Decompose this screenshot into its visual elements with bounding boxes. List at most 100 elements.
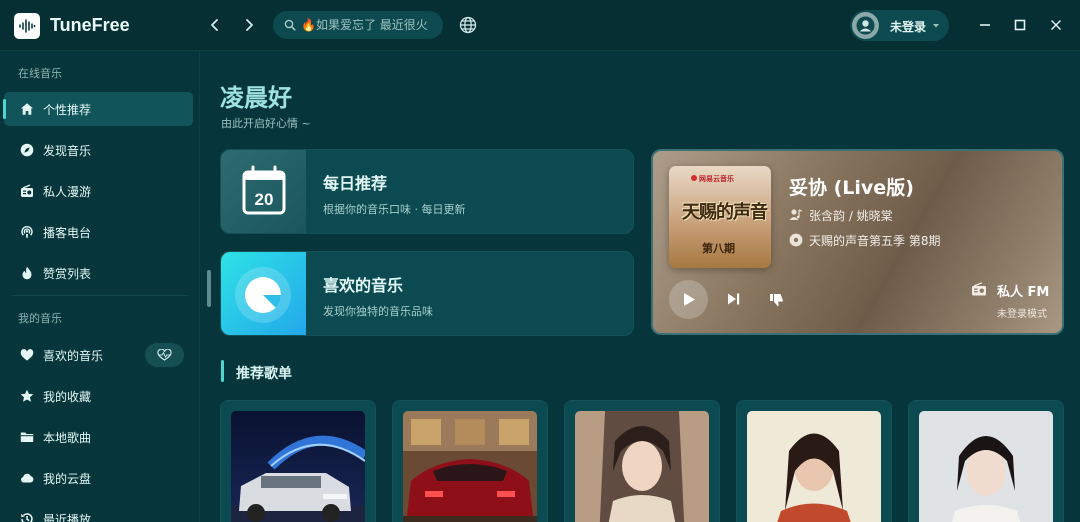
cover-title: 天赐的声音 (682, 202, 768, 223)
playlist-cover-image (747, 411, 881, 522)
close-icon (1050, 19, 1062, 31)
sidebar-item-collection[interactable]: 我的收藏 (4, 379, 193, 413)
sidebar-item-recommend[interactable]: 个性推荐 (3, 92, 193, 126)
playlist-cover (575, 411, 709, 522)
forward-button[interactable] (238, 14, 260, 36)
sidebar: 在线音乐 个性推荐 发现音乐 私人漫游 播客电台 赞赏列表 我的音乐 喜欢的音乐… (0, 51, 200, 522)
daily-recommend-thumb: 20 (221, 150, 306, 233)
play-icon (684, 293, 695, 306)
playlist-card[interactable] (564, 400, 720, 522)
section-accent-bar (221, 360, 224, 382)
playlist-card[interactable] (908, 400, 1064, 522)
liked-music-title: 喜欢的音乐 (323, 276, 404, 295)
daily-recommend-card[interactable]: 20 每日推荐 根据你的音乐口味 · 每日更新 (220, 149, 634, 234)
daily-recommend-title: 每日推荐 (323, 174, 388, 193)
daily-recommend-subtitle: 根据你的音乐口味 · 每日更新 (323, 203, 466, 216)
calendar-day: 20 (255, 190, 274, 209)
top-bar: TuneFree 未登录 (0, 0, 1080, 51)
greeting-subtitle: 由此开启好心情 ~ (221, 117, 311, 130)
sidebar-item-podcast[interactable]: 播客电台 (4, 215, 193, 249)
maximize-button[interactable] (1010, 15, 1030, 35)
user-menu[interactable]: 未登录 (850, 10, 949, 41)
caret-down-icon (933, 24, 939, 28)
cloud-icon (21, 473, 34, 483)
close-button[interactable] (1046, 15, 1066, 35)
user-icon (856, 16, 875, 35)
playlist-cover (747, 411, 881, 522)
playlist-cover (231, 411, 365, 522)
playlist-cover-image (575, 411, 709, 522)
playlist-cover (919, 411, 1053, 522)
star-icon (20, 389, 34, 402)
sidebar-divider (12, 295, 188, 296)
sidebar-item-label: 最近播放 (43, 513, 92, 522)
app-name: TuneFree (50, 15, 130, 35)
maximize-icon (1014, 19, 1026, 31)
play-button[interactable] (669, 280, 708, 319)
search-icon (284, 19, 296, 31)
sidebar-item-roaming[interactable]: 私人漫游 (4, 174, 193, 208)
album-name: 天赐的声音第五季 第8期 (809, 234, 941, 248)
sidebar-item-label: 个性推荐 (43, 103, 92, 117)
search-box[interactable] (273, 11, 443, 39)
history-icon (21, 513, 33, 522)
radio-icon (972, 282, 986, 296)
liked-music-card[interactable]: 喜欢的音乐 发现你独特的音乐品味 (220, 251, 634, 336)
playlist-cover (403, 411, 537, 522)
cover-brand: 网易云音乐 (699, 175, 734, 183)
podcast-icon (21, 226, 33, 238)
heartbeat-icon (157, 349, 172, 361)
avatar (852, 12, 879, 39)
flame-icon (22, 266, 32, 280)
sidebar-item-discover[interactable]: 发现音乐 (4, 133, 193, 167)
greeting-title: 凌晨好 (220, 84, 292, 112)
calendar-icon: 20 (242, 165, 286, 215)
sidebar-item-label: 发现音乐 (43, 144, 92, 158)
next-track-icon[interactable] (727, 292, 741, 306)
sidebar-resize-handle[interactable] (207, 270, 211, 307)
dislike-icon[interactable] (769, 292, 784, 307)
chevron-right-icon (246, 19, 253, 31)
liked-music-subtitle: 发现你独特的音乐品味 (323, 305, 433, 318)
app-logo-icon (14, 13, 40, 39)
language-button[interactable] (459, 16, 477, 34)
heart-icon (20, 349, 34, 361)
chevron-left-icon (211, 19, 218, 31)
sidebar-item-local[interactable]: 本地歌曲 (4, 420, 193, 454)
netease-logo-icon (691, 175, 697, 181)
sidebar-item-appreciation[interactable]: 赞赏列表 (4, 256, 193, 290)
home-icon (21, 103, 33, 115)
artist-icon (789, 209, 803, 220)
globe-icon (459, 16, 477, 34)
compass-icon (20, 143, 34, 157)
minimize-button[interactable] (975, 15, 995, 35)
folder-icon (20, 432, 34, 442)
sidebar-item-label: 我的云盘 (43, 472, 92, 486)
playlist-cover-image (919, 411, 1053, 522)
personal-fm-card[interactable]: 网易云音乐 天赐的声音 第八期 妥协 (Live版) 张含韵 / 姚晓棠 天赐的… (651, 149, 1064, 335)
personal-fm-mode: 未登录模式 (997, 309, 1047, 320)
playlist-cover-image (403, 411, 537, 522)
playlist-card[interactable] (220, 400, 376, 522)
back-button[interactable] (204, 14, 226, 36)
sidebar-item-label: 播客电台 (43, 226, 92, 240)
user-label: 未登录 (890, 20, 927, 34)
personal-fm-label: 私人 FM (997, 285, 1050, 300)
sidebar-item-label: 赞赏列表 (43, 267, 92, 281)
sidebar-item-label: 喜欢的音乐 (43, 349, 104, 363)
song-title[interactable]: 妥协 (Live版) (789, 173, 914, 200)
heartbeat-mode-button[interactable] (145, 343, 184, 367)
search-input[interactable] (301, 11, 439, 39)
disc-icon (789, 233, 803, 247)
playlist-card[interactable] (392, 400, 548, 522)
sidebar-item-label: 我的收藏 (43, 390, 92, 404)
liked-music-thumb (221, 252, 306, 335)
minimize-icon (980, 24, 990, 26)
section-title-online: 在线音乐 (18, 67, 62, 80)
playlist-card[interactable] (736, 400, 892, 522)
album-cover[interactable]: 网易云音乐 天赐的声音 第八期 (669, 166, 771, 268)
sidebar-item-recent[interactable]: 最近播放 (4, 502, 193, 522)
sidebar-item-label: 私人漫游 (43, 185, 92, 199)
sidebar-item-cloud[interactable]: 我的云盘 (4, 461, 193, 495)
sidebar-item-label: 本地歌曲 (43, 431, 92, 445)
